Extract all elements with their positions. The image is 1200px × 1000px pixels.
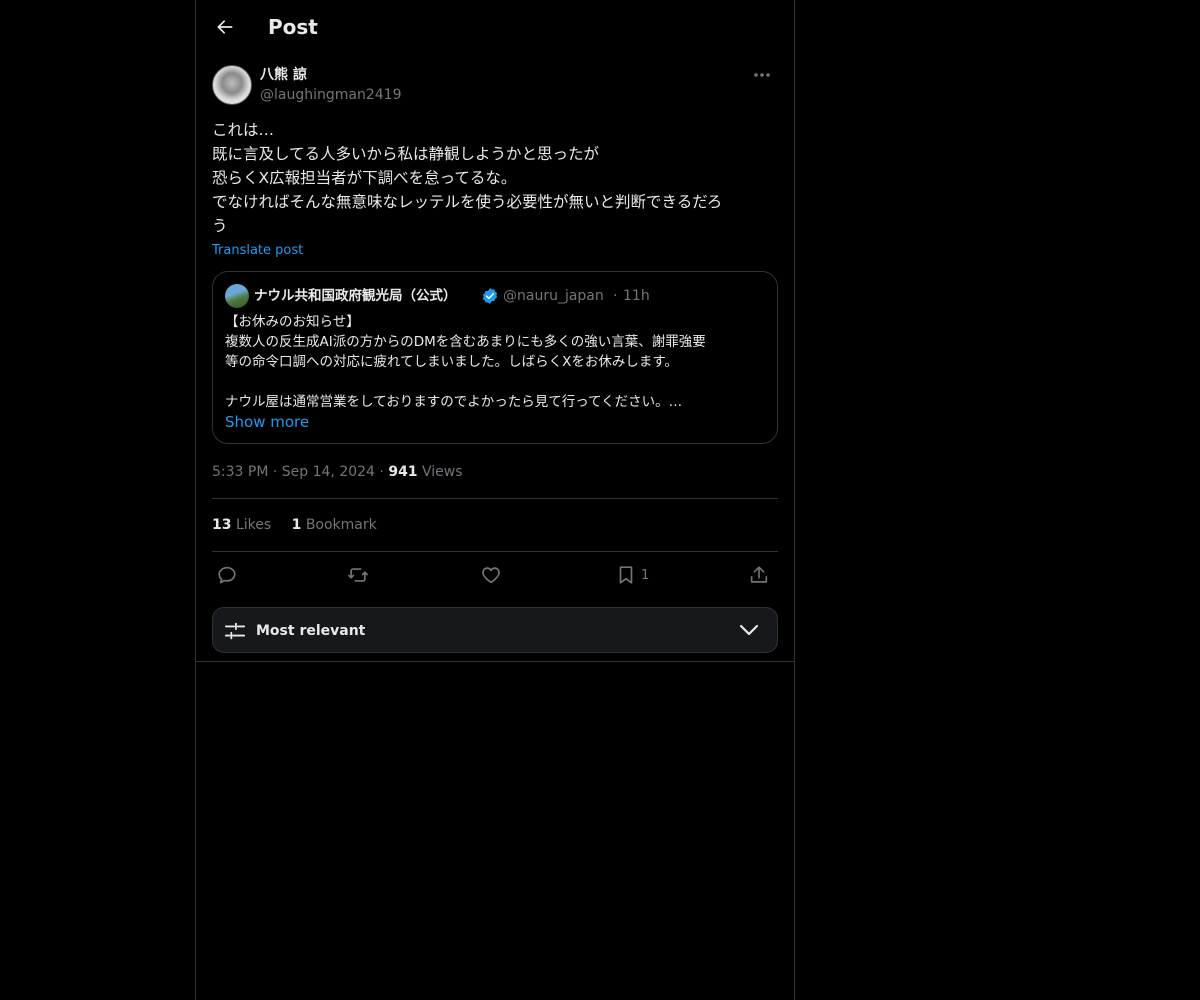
more-horizontal-icon bbox=[754, 73, 770, 77]
reply-button[interactable] bbox=[216, 562, 238, 588]
likes-label: Likes bbox=[235, 517, 272, 533]
quoted-timestamp[interactable]: 11h bbox=[623, 286, 650, 306]
meta-separator: · bbox=[272, 464, 278, 480]
quoted-text-line: 等の命令口調への対応に疲れてしまいました。しばらくXをお休みします。 bbox=[225, 354, 678, 370]
quoted-separator: · bbox=[613, 288, 618, 304]
chevron-down-icon bbox=[739, 624, 759, 636]
avatar[interactable] bbox=[212, 65, 252, 105]
bookmark-button[interactable]: 1 bbox=[615, 562, 649, 588]
quoted-text: 【お休みのお知らせ】 複数人の反生成AI派の方からのDMを含むあまりにも多くの強… bbox=[225, 312, 770, 412]
main-column: Post 八熊 諒 @laughingman2419 これは… 既に言及してる人… bbox=[195, 0, 795, 1000]
post-text-line: う bbox=[212, 217, 228, 235]
post-text-line: でなければそんな無意味なレッテルを使う必要性が無いと判断できるだろ bbox=[212, 193, 723, 211]
divider bbox=[212, 498, 778, 499]
quoted-text-line bbox=[225, 372, 770, 392]
bookmarks-stat[interactable]: 1 Bookmark bbox=[292, 515, 377, 535]
quoted-text-line: 複数人の反生成AI派の方からのDMを含むあまりにも多くの強い言葉、謝罪強要 bbox=[225, 334, 706, 350]
likes-stat[interactable]: 13 Likes bbox=[212, 515, 271, 535]
page-title: Post bbox=[268, 15, 318, 39]
post-actions-bar: 1 bbox=[212, 560, 778, 590]
bookmark-icon bbox=[619, 566, 633, 584]
share-icon bbox=[750, 566, 768, 583]
arrow-left-icon bbox=[217, 20, 233, 34]
repost-icon bbox=[348, 568, 368, 582]
bookmarks-label: Bookmark bbox=[305, 517, 377, 533]
sliders-icon bbox=[224, 622, 246, 640]
quoted-post[interactable]: ナウル共和国政府観光局（公式） @nauru_japan · 11h 【お休みの… bbox=[212, 271, 778, 444]
page-header: Post bbox=[196, 0, 794, 55]
sort-selected-value: Most relevant bbox=[256, 623, 366, 639]
post-metadata: 5:33 PM · Sep 14, 2024 · 941 Views bbox=[212, 462, 463, 482]
post-text-line: 既に言及してる人多いから私は静観しようかと思ったが bbox=[212, 145, 600, 163]
views-count: 941 bbox=[388, 464, 418, 480]
post-text-line: これは… bbox=[212, 121, 275, 139]
back-button[interactable] bbox=[210, 12, 240, 42]
divider bbox=[196, 661, 794, 662]
author-handle[interactable]: @laughingman2419 bbox=[260, 85, 401, 105]
post-time[interactable]: 5:33 PM bbox=[212, 464, 268, 480]
verified-badge-icon bbox=[482, 288, 498, 304]
quoted-text-line: ナウル屋は通常営業をしておりますのでよかったら見て行ってください。… bbox=[225, 394, 683, 410]
views-label: Views bbox=[422, 464, 463, 480]
engagement-stats: 13 Likes 1 Bookmark bbox=[212, 515, 393, 535]
heart-icon bbox=[482, 567, 500, 584]
post-text-line: 恐らくX広報担当者が下調べを怠ってるな。 bbox=[212, 169, 517, 187]
quoted-text-line: 【お休みのお知らせ】 bbox=[225, 314, 360, 330]
more-options-button[interactable] bbox=[748, 65, 776, 85]
post-text: これは… 既に言及してる人多いから私は静観しようかと思ったが 恐らくX広報担当者… bbox=[212, 118, 778, 238]
post-date[interactable]: Sep 14, 2024 bbox=[282, 464, 375, 480]
post-author: 八熊 諒 @laughingman2419 bbox=[212, 64, 778, 106]
bookmark-count: 1 bbox=[641, 567, 650, 583]
reply-sort-dropdown[interactable]: Most relevant bbox=[212, 607, 778, 653]
repost-button[interactable] bbox=[346, 562, 370, 588]
author-display-name[interactable]: 八熊 諒 bbox=[260, 65, 307, 85]
like-button[interactable] bbox=[480, 562, 502, 588]
quoted-display-name[interactable]: ナウル共和国政府観光局（公式） bbox=[254, 286, 457, 306]
quoted-avatar[interactable] bbox=[225, 284, 249, 308]
share-button[interactable] bbox=[748, 562, 770, 588]
translate-post-link[interactable]: Translate post bbox=[212, 242, 303, 260]
divider bbox=[212, 551, 778, 552]
meta-separator: · bbox=[379, 464, 384, 480]
quoted-handle[interactable]: @nauru_japan bbox=[503, 286, 604, 306]
bookmarks-count: 1 bbox=[291, 517, 302, 533]
reply-icon bbox=[218, 566, 236, 584]
show-more-link[interactable]: Show more bbox=[225, 412, 309, 432]
likes-count: 13 bbox=[212, 517, 232, 533]
